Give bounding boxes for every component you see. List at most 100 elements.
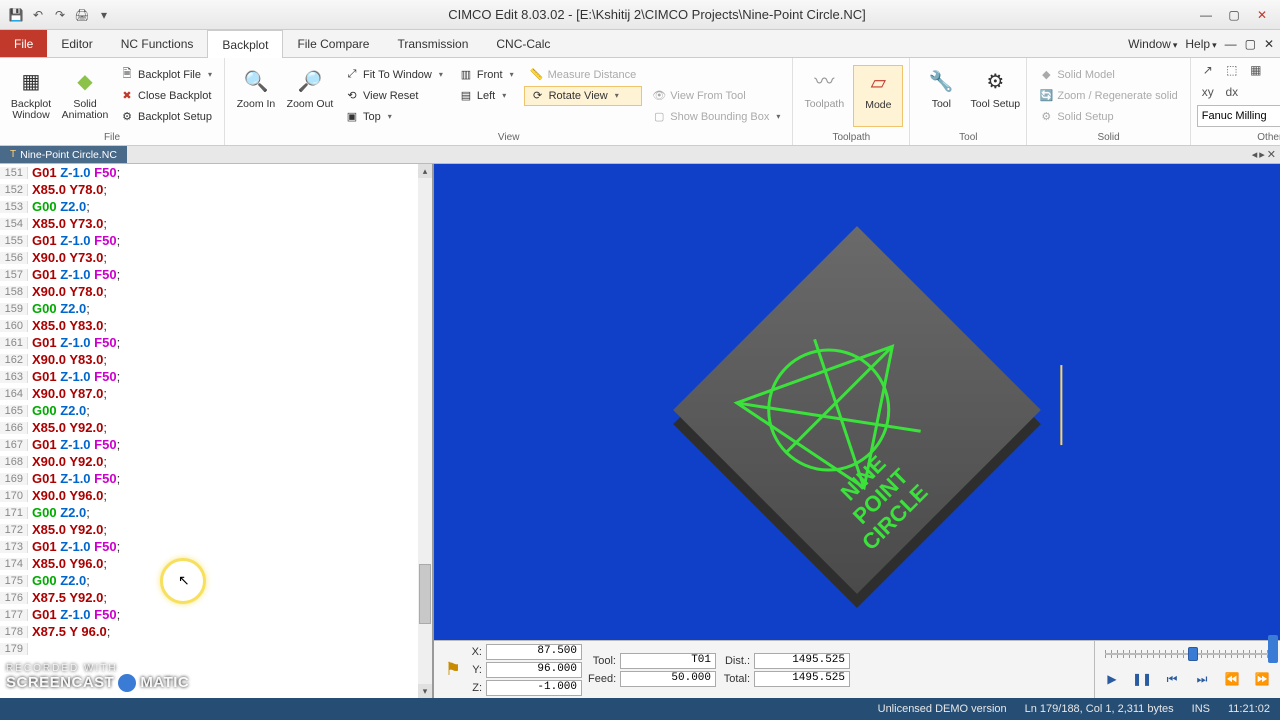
toolpath-button[interactable]: 〰Toolpath — [799, 65, 849, 127]
tool-setup-button[interactable]: ⚙Tool Setup — [970, 65, 1020, 127]
code-line[interactable]: 177G01 Z-1.0 F50; — [0, 606, 418, 623]
code-line[interactable]: 175G00 Z2.0; — [0, 572, 418, 589]
scroll-down-icon[interactable]: ▾ — [418, 684, 432, 698]
code-scrollbar[interactable]: ▴ ▾ — [418, 164, 432, 698]
code-text: X90.0 Y87.0; — [28, 386, 107, 401]
front-view-button[interactable]: ▥Front — [453, 65, 520, 85]
code-line[interactable]: 156X90.0 Y73.0; — [0, 249, 418, 266]
code-line[interactable]: 166X85.0 Y92.0; — [0, 419, 418, 436]
tab-close-icon[interactable]: ✕ — [1267, 148, 1276, 161]
mdi-restore-icon[interactable]: ▢ — [1245, 37, 1256, 51]
qat-more-icon[interactable]: ▾ — [96, 7, 112, 23]
tab-editor[interactable]: Editor — [47, 30, 106, 57]
solid-animation-button[interactable]: ◆ Solid Animation — [60, 65, 110, 127]
tool-button[interactable]: 🔧Tool — [916, 65, 966, 127]
code-line[interactable]: 153G00 Z2.0; — [0, 198, 418, 215]
tab-file-compare[interactable]: File Compare — [283, 30, 383, 57]
top-view-button[interactable]: ▣Top — [339, 107, 449, 127]
code-line[interactable]: 172X85.0 Y92.0; — [0, 521, 418, 538]
code-line[interactable]: 163G01 Z-1.0 F50; — [0, 368, 418, 385]
document-tab[interactable]: T Nine-Point Circle.NC — [0, 146, 127, 163]
view-from-tool-button[interactable]: 👁View From Tool — [646, 86, 786, 106]
zoom-in-button[interactable]: 🔍Zoom In — [231, 65, 281, 127]
view-reset-button[interactable]: ⟲View Reset — [339, 86, 449, 106]
code-line[interactable]: 179 — [0, 640, 418, 657]
solid-setup-button[interactable]: ⚙Solid Setup — [1033, 107, 1183, 127]
left-view-button[interactable]: ▤Left — [453, 86, 520, 106]
code-line[interactable]: 164X90.0 Y87.0; — [0, 385, 418, 402]
code-line[interactable]: 167G01 Z-1.0 F50; — [0, 436, 418, 453]
zoom-regen-button[interactable]: 🔄Zoom / Regenerate solid — [1033, 86, 1183, 106]
code-line[interactable]: 173G01 Z-1.0 F50; — [0, 538, 418, 555]
help-menu[interactable]: Help — [1185, 37, 1216, 51]
code-line[interactable]: 162X90.0 Y83.0; — [0, 351, 418, 368]
machine-combo[interactable]: Fanuc Milling▾ — [1197, 105, 1280, 127]
fast-fwd-button[interactable]: ⏩ — [1251, 669, 1273, 689]
qat-undo-icon[interactable]: ↶ — [30, 7, 46, 23]
code-line[interactable]: 160X85.0 Y83.0; — [0, 317, 418, 334]
progress-thumb[interactable] — [1268, 635, 1278, 663]
other-opt-2[interactable]: ⬚ — [1221, 60, 1243, 80]
code-line[interactable]: 161G01 Z-1.0 F50; — [0, 334, 418, 351]
other-opt-6[interactable] — [1245, 82, 1267, 102]
qat-save-icon[interactable]: 💾 — [8, 7, 24, 23]
tab-cnc-calc[interactable]: CNC-Calc — [482, 30, 564, 57]
code-line[interactable]: 168X90.0 Y92.0; — [0, 453, 418, 470]
backplot-viewport[interactable]: NINE POINT CIRCLE ⚑ X:87.500 Y:96.000 Z:… — [434, 164, 1280, 698]
close-backplot-button[interactable]: ✖Close Backplot — [114, 86, 218, 106]
other-opt-4[interactable]: xy — [1197, 82, 1219, 102]
code-line[interactable]: 151G01 Z-1.0 F50; — [0, 164, 418, 181]
other-opt-1[interactable]: ↗ — [1197, 60, 1219, 80]
tab-next-icon[interactable]: ▸ — [1259, 148, 1265, 161]
pause-button[interactable]: ❚❚ — [1131, 669, 1153, 689]
qat-redo-icon[interactable]: ↷ — [52, 7, 68, 23]
mdi-minimize-icon[interactable]: — — [1225, 37, 1237, 51]
solid-model-button[interactable]: ◆Solid Model — [1033, 65, 1183, 85]
play-button[interactable]: ▶ — [1101, 669, 1123, 689]
code-line[interactable]: 178X87.5 Y 96.0; — [0, 623, 418, 640]
mode-button[interactable]: ▱Mode — [853, 65, 903, 127]
close-button[interactable]: ✕ — [1250, 5, 1274, 25]
regen-icon: 🔄 — [1039, 89, 1053, 103]
speed-thumb[interactable] — [1188, 647, 1198, 661]
code-line[interactable]: 169G01 Z-1.0 F50; — [0, 470, 418, 487]
scroll-thumb[interactable] — [419, 564, 431, 624]
code-line[interactable]: 158X90.0 Y78.0; — [0, 283, 418, 300]
code-line[interactable]: 165G00 Z2.0; — [0, 402, 418, 419]
code-editor[interactable]: 151G01 Z-1.0 F50;152X85.0 Y78.0;153G00 Z… — [0, 164, 434, 698]
step-back-button[interactable]: ⏮ — [1161, 669, 1183, 689]
tab-prev-icon[interactable]: ◂ — [1252, 148, 1258, 161]
other-opt-3[interactable]: ▦ — [1245, 60, 1267, 80]
step-fwd-button[interactable]: ⏭ — [1191, 669, 1213, 689]
qat-print-icon[interactable]: 🖨 — [74, 7, 90, 23]
maximize-button[interactable]: ▢ — [1222, 5, 1246, 25]
code-line[interactable]: 159G00 Z2.0; — [0, 300, 418, 317]
tab-file[interactable]: File — [0, 30, 47, 57]
bounding-box-button[interactable]: ▢Show Bounding Box — [646, 107, 786, 127]
code-line[interactable]: 174X85.0 Y96.0; — [0, 555, 418, 572]
scroll-up-icon[interactable]: ▴ — [418, 164, 432, 178]
code-line[interactable]: 157G01 Z-1.0 F50; — [0, 266, 418, 283]
tab-nc-functions[interactable]: NC Functions — [107, 30, 208, 57]
fast-back-button[interactable]: ⏪ — [1221, 669, 1243, 689]
minimize-button[interactable]: — — [1194, 5, 1218, 25]
window-menu[interactable]: Window — [1128, 37, 1177, 51]
other-opt-5[interactable]: dx — [1221, 82, 1243, 102]
code-line[interactable]: 176X87.5 Y92.0; — [0, 589, 418, 606]
rotate-view-button[interactable]: ⟳Rotate View — [524, 86, 643, 106]
backplot-file-button[interactable]: 🗎Backplot File — [114, 65, 218, 85]
progress-slider[interactable] — [1099, 645, 1276, 663]
zoom-out-button[interactable]: 🔎Zoom Out — [285, 65, 335, 127]
tab-backplot[interactable]: Backplot — [207, 30, 283, 58]
code-line[interactable]: 155G01 Z-1.0 F50; — [0, 232, 418, 249]
backplot-setup-button[interactable]: ⚙Backplot Setup — [114, 107, 218, 127]
fit-window-button[interactable]: ⤢Fit To Window — [339, 65, 449, 85]
code-line[interactable]: 154X85.0 Y73.0; — [0, 215, 418, 232]
code-line[interactable]: 171G00 Z2.0; — [0, 504, 418, 521]
code-line[interactable]: 170X90.0 Y96.0; — [0, 487, 418, 504]
mdi-close-icon[interactable]: ✕ — [1264, 37, 1274, 51]
backplot-window-button[interactable]: ▦ Backplot Window — [6, 65, 56, 127]
tab-transmission[interactable]: Transmission — [383, 30, 482, 57]
measure-distance-button[interactable]: 📏Measure Distance — [524, 65, 643, 85]
code-line[interactable]: 152X85.0 Y78.0; — [0, 181, 418, 198]
